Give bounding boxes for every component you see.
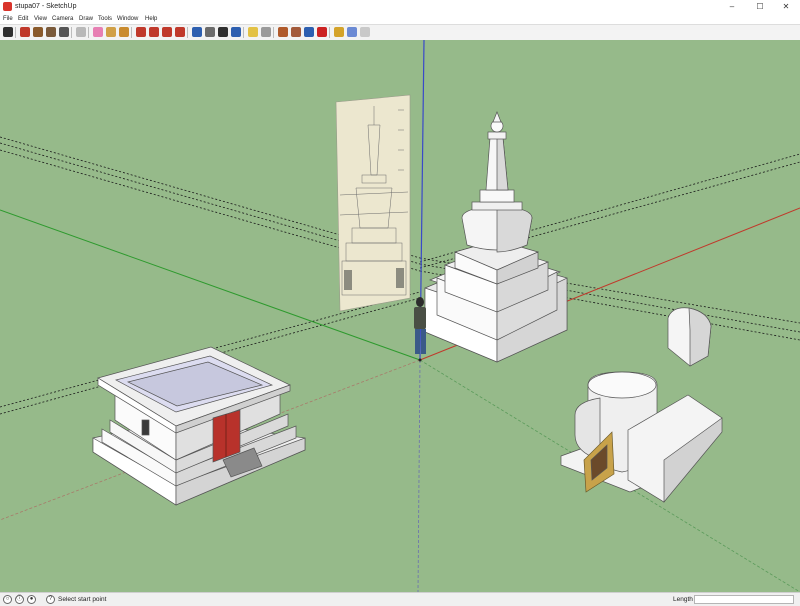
line-icon[interactable] bbox=[20, 27, 30, 37]
zoom-extents-icon[interactable] bbox=[231, 27, 241, 37]
push-pull-icon[interactable] bbox=[136, 27, 146, 37]
toolbar-separator bbox=[131, 27, 132, 38]
menu-tools[interactable]: Tools bbox=[98, 14, 112, 24]
tape-measure-icon[interactable] bbox=[106, 27, 116, 37]
model-scene[interactable] bbox=[0, 40, 800, 592]
user-icon[interactable]: ● bbox=[27, 595, 36, 604]
rotate-icon[interactable] bbox=[162, 27, 172, 37]
minimize-button[interactable]: – bbox=[718, 0, 746, 14]
blue-axis-negative bbox=[417, 359, 421, 592]
layout-icon[interactable] bbox=[360, 27, 370, 37]
toolbar-separator bbox=[273, 27, 274, 38]
get-models-icon[interactable] bbox=[278, 27, 288, 37]
measurements-label: Length bbox=[673, 596, 693, 603]
ruby-console-icon[interactable] bbox=[334, 27, 344, 37]
add-location-icon[interactable] bbox=[248, 27, 258, 37]
small-chorten-block-model[interactable] bbox=[667, 307, 712, 367]
zoom-icon[interactable] bbox=[218, 27, 228, 37]
share-component-icon[interactable] bbox=[304, 27, 314, 37]
menu-edit[interactable]: Edit bbox=[18, 14, 28, 24]
extension-warehouse-icon[interactable] bbox=[317, 27, 327, 37]
measurements-box[interactable] bbox=[694, 595, 794, 604]
paint-bucket-icon[interactable] bbox=[119, 27, 129, 37]
toolbar-separator bbox=[71, 27, 72, 38]
temple-building-model[interactable] bbox=[92, 346, 306, 506]
status-bar: ○ ⓘ ● ? Select start point Length bbox=[0, 592, 800, 606]
help-icon[interactable]: ? bbox=[46, 595, 55, 604]
vase-and-box-model[interactable] bbox=[560, 371, 723, 503]
person-figure[interactable] bbox=[414, 297, 426, 354]
toolbar bbox=[0, 24, 800, 41]
elevation-drawing-image[interactable] bbox=[335, 94, 411, 312]
toolbar-separator bbox=[187, 27, 188, 38]
arc-icon[interactable] bbox=[59, 27, 69, 37]
select-icon[interactable] bbox=[3, 27, 13, 37]
geo-location-icon[interactable]: ○ bbox=[3, 595, 12, 604]
menu-window[interactable]: Window bbox=[117, 14, 138, 24]
axes-origin bbox=[418, 358, 422, 362]
rectangle-icon[interactable] bbox=[33, 27, 43, 37]
offset-icon[interactable] bbox=[175, 27, 185, 37]
menu-draw[interactable]: Draw bbox=[79, 14, 93, 24]
toolbar-separator bbox=[243, 27, 244, 38]
toolbar-separator bbox=[329, 27, 330, 38]
pan-icon[interactable] bbox=[205, 27, 215, 37]
make-component-icon[interactable] bbox=[76, 27, 86, 37]
toggle-terrain-icon[interactable] bbox=[261, 27, 271, 37]
title-bar: stupa07 - SketchUp – ☐ ✕ bbox=[0, 0, 800, 15]
circle-icon[interactable] bbox=[46, 27, 56, 37]
move-icon[interactable] bbox=[149, 27, 159, 37]
window-title: stupa07 - SketchUp bbox=[15, 3, 77, 10]
menu-bar: File Edit View Camera Draw Tools Window … bbox=[0, 14, 800, 24]
menu-view[interactable]: View bbox=[34, 14, 47, 24]
share-model-icon[interactable] bbox=[291, 27, 301, 37]
styles-icon[interactable] bbox=[347, 27, 357, 37]
close-button[interactable]: ✕ bbox=[772, 0, 800, 14]
menu-camera[interactable]: Camera bbox=[52, 14, 73, 24]
orbit-icon[interactable] bbox=[192, 27, 202, 37]
toolbar-separator bbox=[15, 27, 16, 38]
maximize-button[interactable]: ☐ bbox=[746, 0, 774, 14]
eraser-icon[interactable] bbox=[93, 27, 103, 37]
status-prompt: Select start point bbox=[58, 596, 107, 603]
model-viewport[interactable] bbox=[0, 40, 800, 592]
toolbar-separator bbox=[88, 27, 89, 38]
menu-help[interactable]: Help bbox=[145, 14, 157, 24]
main-stupa-model[interactable] bbox=[424, 111, 568, 363]
credits-icon[interactable]: ⓘ bbox=[15, 595, 24, 604]
menu-file[interactable]: File bbox=[3, 14, 13, 24]
sketchup-logo-icon bbox=[3, 2, 12, 11]
